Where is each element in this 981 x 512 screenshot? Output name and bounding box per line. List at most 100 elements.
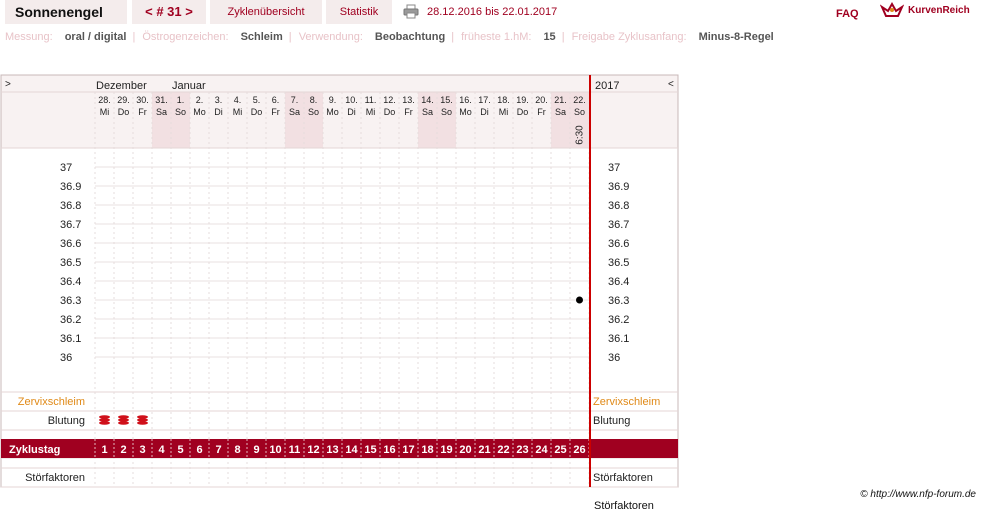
cycle-day-number: 26: [573, 444, 585, 456]
day-weekday: Di: [480, 107, 489, 117]
day-date: 20.: [535, 95, 548, 105]
day-date: 30.: [136, 95, 149, 105]
y-tick-right: 36.6: [608, 238, 629, 250]
cycle-day-number: 11: [289, 444, 301, 456]
day-weekday: Di: [214, 107, 223, 117]
cycle-day-number: 23: [516, 444, 528, 456]
day-date: 29.: [117, 95, 130, 105]
day-weekday: Di: [347, 107, 356, 117]
day-weekday: Fr: [138, 107, 147, 117]
day-weekday: Sa: [156, 107, 167, 117]
y-tick-left: 36: [60, 352, 72, 364]
cycle-day-number: 10: [269, 444, 281, 456]
cycle-day-number: 9: [253, 444, 259, 456]
day-weekday: Fr: [537, 107, 546, 117]
cycle-day-number: 22: [497, 444, 509, 456]
day-weekday: Do: [517, 107, 529, 117]
cycle-day-number: 16: [383, 444, 395, 456]
day-weekday: Mo: [459, 107, 472, 117]
day-weekday: Sa: [289, 107, 300, 117]
cycle-chart: > Dezember Januar 2017 <28.Mi29.Do30.Fr31.Sa…: [0, 74, 679, 488]
bleeding-mark: [137, 418, 148, 422]
day-date: 10.: [345, 95, 358, 105]
day-weekday: Do: [251, 107, 263, 117]
day-date: 28.: [98, 95, 111, 105]
bleeding-mark: [137, 421, 148, 425]
y-tick-right: 36.8: [608, 200, 629, 212]
cycle-day-number: 21: [478, 444, 490, 456]
month-label: Dezember: [96, 80, 147, 92]
y-tick-right: 36: [608, 352, 620, 364]
month-label: Januar: [172, 80, 206, 92]
stoerfaktoren-overflow-label: Störfaktoren: [594, 500, 654, 512]
y-tick-left: 36.4: [60, 276, 81, 288]
day-date: 15.: [440, 95, 453, 105]
cycle-day-number: 25: [554, 444, 566, 456]
cycle-day-number: 19: [440, 444, 452, 456]
bleeding-mark: [99, 415, 110, 419]
cycle-day-number: 3: [139, 444, 145, 456]
cycle-day-number: 14: [345, 444, 358, 456]
y-tick-left: 36.5: [60, 257, 81, 269]
y-tick-left: 36.9: [60, 181, 81, 193]
y-tick-left: 36.2: [60, 314, 81, 326]
cycle-day-number: 1: [101, 444, 107, 456]
y-tick-left: 37: [60, 162, 72, 174]
day-date: 6.: [272, 95, 280, 105]
cycle-day-number: 15: [364, 444, 376, 456]
day-weekday: Mi: [233, 107, 243, 117]
day-weekday: So: [441, 107, 452, 117]
day-weekday: Do: [384, 107, 396, 117]
day-weekday: Mi: [100, 107, 110, 117]
day-date: 16.: [459, 95, 472, 105]
day-date: 17.: [478, 95, 491, 105]
day-date: 19.: [516, 95, 529, 105]
year-label: 2017: [595, 80, 619, 92]
y-tick-right: 36.2: [608, 314, 629, 326]
bleeding-mark: [137, 415, 148, 419]
day-weekday: So: [308, 107, 319, 117]
day-date: 1.: [177, 95, 185, 105]
day-date: 4.: [234, 95, 242, 105]
y-tick-left: 36.3: [60, 295, 81, 307]
y-tick-right: 36.1: [608, 333, 629, 345]
day-date: 9.: [329, 95, 337, 105]
y-tick-left: 36.8: [60, 200, 81, 212]
y-tick-right: 36.7: [608, 219, 629, 231]
cycle-day-number: 6: [196, 444, 202, 456]
day-date: 3.: [215, 95, 223, 105]
day-date: 18.: [497, 95, 510, 105]
y-tick-right: 36.3: [608, 295, 629, 307]
cycle-day-number: 4: [158, 444, 165, 456]
blutung-label-right: Blutung: [593, 415, 630, 427]
stoerfaktoren-label-left: Störfaktoren: [25, 472, 85, 484]
bleeding-mark: [118, 418, 129, 422]
bleeding-mark: [99, 421, 110, 425]
next-arrow: <: [668, 79, 674, 90]
zervix-label-right: Zervixschleim: [593, 396, 660, 408]
day-weekday: Fr: [271, 107, 280, 117]
day-date: 7.: [291, 95, 299, 105]
blutung-label-left: Blutung: [48, 415, 85, 427]
y-tick-right: 36.4: [608, 276, 629, 288]
day-weekday: Do: [118, 107, 130, 117]
measurement-time: 6:30: [575, 125, 586, 145]
bleeding-mark: [99, 418, 110, 422]
day-date: 13.: [402, 95, 415, 105]
day-weekday: Mo: [193, 107, 206, 117]
day-weekday: Fr: [404, 107, 413, 117]
day-weekday: So: [574, 107, 585, 117]
day-date: 5.: [253, 95, 261, 105]
y-tick-left: 36.7: [60, 219, 81, 231]
day-date: 14.: [421, 95, 434, 105]
cycle-day-number: 18: [421, 444, 433, 456]
y-tick-left: 36.6: [60, 238, 81, 250]
cycle-day-number: 13: [326, 444, 338, 456]
cycle-day-number: 24: [535, 444, 548, 456]
cycle-day-number: 17: [402, 444, 414, 456]
day-weekday: So: [175, 107, 186, 117]
bleeding-mark: [118, 415, 129, 419]
cycle-day-number: 20: [459, 444, 471, 456]
y-tick-right: 36.5: [608, 257, 629, 269]
cycle-day-number: 5: [177, 444, 183, 456]
